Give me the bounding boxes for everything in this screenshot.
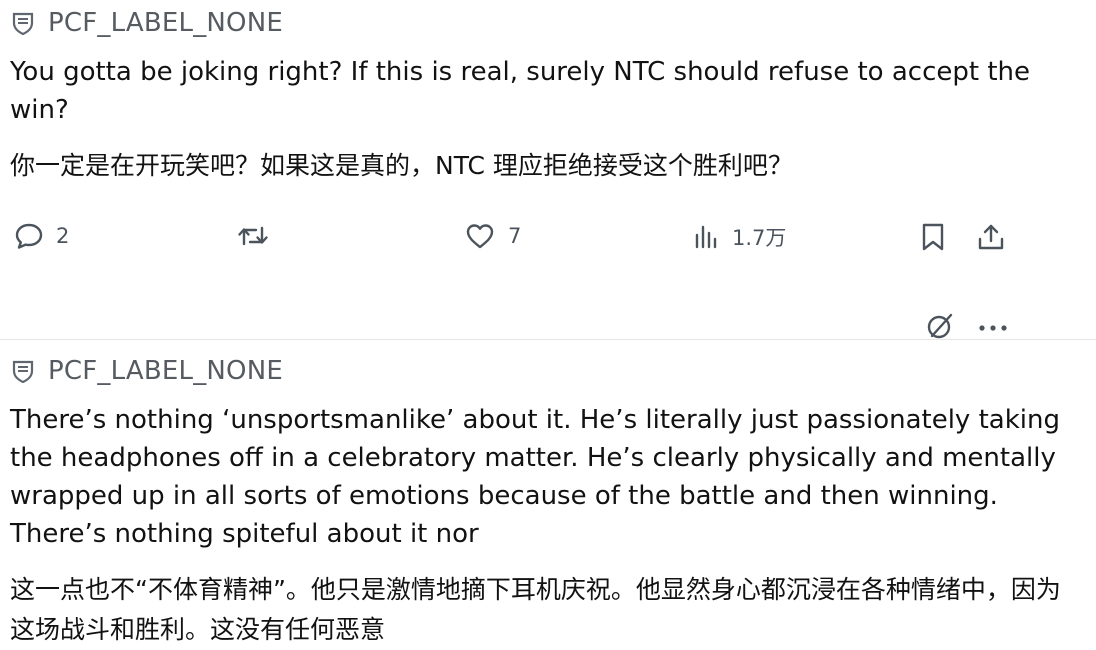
reply-count: 2 [56, 224, 70, 248]
post-divider [0, 339, 1096, 340]
post-text-cn: 你一定是在开玩笑吧？如果这是真的，NTC 理应拒绝接受这个胜利吧？ [10, 151, 793, 180]
share-upload-icon [976, 222, 1006, 252]
repost-arrows-icon [236, 222, 270, 250]
post-text-cn: 这一点也不“不体育精神”。他只是激情地摘下耳机庆祝。他显然身心都沉浸在各种情绪中… [10, 575, 1061, 644]
speech-bubble-icon [14, 222, 44, 250]
post-1-header: PCF_LABEL_NONE [12, 8, 283, 38]
reply-button[interactable]: 2 [14, 222, 69, 250]
author-name[interactable]: PCF_LABEL_NONE [48, 8, 283, 38]
post-1: PCF_LABEL_NONE You gotta be joking right… [0, 0, 1096, 340]
author-name[interactable]: PCF_LABEL_NONE [48, 356, 283, 386]
post-2: PCF_LABEL_NONE There’s nothing ‘unsports… [0, 342, 1096, 650]
like-button[interactable]: 7 [464, 222, 521, 250]
more-dots-icon[interactable] [978, 320, 1008, 338]
post-actions: 2 7 1.7万 [0, 222, 1096, 262]
view-count: 1.7万 [732, 226, 787, 250]
bookmark-button[interactable] [920, 222, 946, 252]
post-2-header: PCF_LABEL_NONE [12, 356, 283, 386]
shield-label-icon [12, 11, 34, 36]
like-count: 7 [508, 224, 522, 248]
repost-button[interactable] [236, 222, 270, 250]
post-text-en: You gotta be joking right? If this is re… [10, 57, 1030, 125]
heart-icon [464, 222, 496, 250]
shield-label-icon [12, 359, 34, 384]
post-text-en: There’s nothing ‘unsportsmanlike’ about … [10, 405, 1060, 549]
views-button[interactable]: 1.7万 [692, 222, 786, 252]
bookmark-icon [920, 222, 946, 252]
share-button[interactable] [976, 222, 1006, 252]
bar-chart-icon [692, 223, 720, 251]
